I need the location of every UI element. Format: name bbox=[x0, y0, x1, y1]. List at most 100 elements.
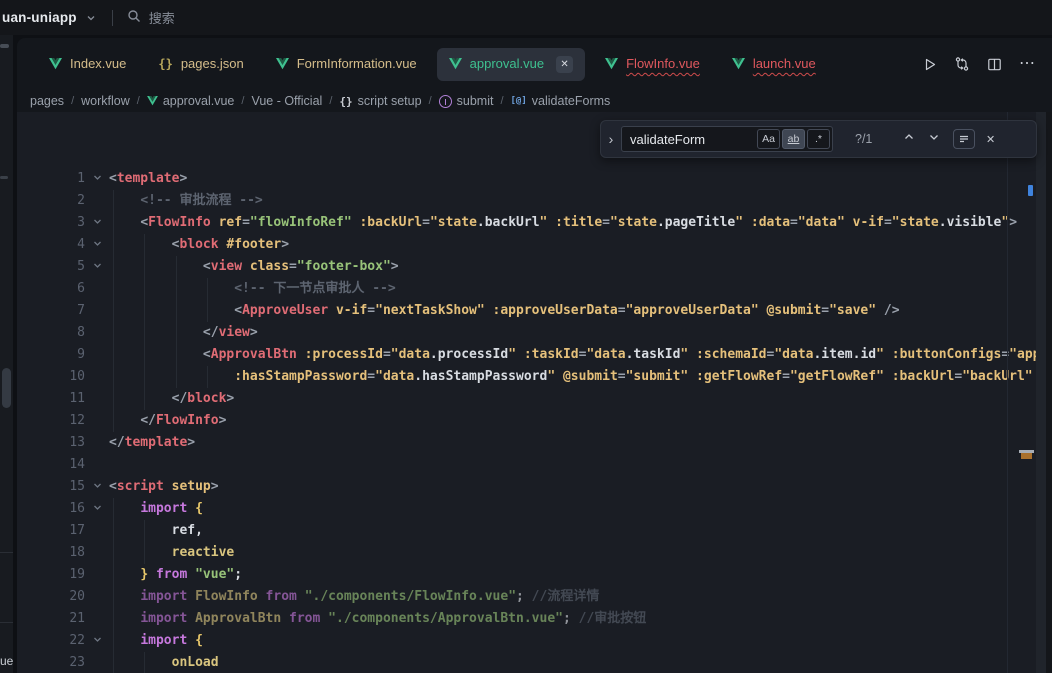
breadcrumb-item-vue-official[interactable]: Vue - Official bbox=[251, 94, 322, 108]
code-line-13[interactable]: 13</template> bbox=[17, 432, 1036, 454]
breadcrumb-item-validateforms[interactable]: [@]validateForms bbox=[511, 94, 611, 108]
project-name[interactable]: uan-uniapp bbox=[2, 10, 77, 25]
sidebar-scrollbar-thumb[interactable] bbox=[2, 368, 11, 408]
code-token: "data bbox=[774, 347, 813, 362]
run-icon[interactable] bbox=[922, 57, 937, 72]
line-number: 15 bbox=[17, 476, 85, 498]
code-token: = bbox=[884, 215, 892, 230]
breadcrumb-item-submit[interactable]: submit bbox=[439, 94, 494, 108]
code-token: " bbox=[547, 369, 555, 384]
line-number: 3 bbox=[17, 212, 85, 234]
code-line-3[interactable]: 3 <FlowInfo ref="flowInfoRef" :backUrl="… bbox=[17, 212, 1036, 234]
fold-chevron-icon[interactable] bbox=[85, 212, 109, 234]
match-case-toggle[interactable]: Aa bbox=[757, 129, 780, 149]
split-editor-icon[interactable] bbox=[987, 57, 1002, 72]
tab-index-vue[interactable]: Index.vue bbox=[37, 49, 138, 79]
code-line-17[interactable]: 17 ref, bbox=[17, 520, 1036, 542]
fold-chevron-icon[interactable] bbox=[85, 234, 109, 256]
indent bbox=[109, 369, 234, 384]
tab-forminformation-vue[interactable]: FormInformation.vue bbox=[264, 49, 429, 79]
code-line-1[interactable]: 1<template> bbox=[17, 168, 1036, 190]
code-token: > bbox=[391, 259, 399, 274]
next-match-icon[interactable] bbox=[928, 130, 940, 148]
code-line-8[interactable]: 8 </view> bbox=[17, 322, 1036, 344]
code-line-11[interactable]: 11 </block> bbox=[17, 388, 1036, 410]
code-token: :getFlowRef bbox=[688, 369, 782, 384]
fold-chevron-icon[interactable] bbox=[85, 168, 109, 190]
breadcrumb-label: pages bbox=[30, 94, 64, 108]
code-line-5[interactable]: 5 <view class="footer-box"> bbox=[17, 256, 1036, 278]
code-line-10[interactable]: 10 :hasStampPassword="data.hasStampPassw… bbox=[17, 366, 1036, 388]
more-actions-icon[interactable]: ⋯ bbox=[1019, 59, 1036, 69]
code-token: "data bbox=[375, 369, 414, 384]
code-line-7[interactable]: 7 <ApproveUser v-if="nextTaskShow" :appr… bbox=[17, 300, 1036, 322]
breadcrumb: pages/workflow/approval.vue/Vue - Offici… bbox=[17, 90, 1052, 112]
code-line-6[interactable]: 6 <!-- 下一节点审批人 --> bbox=[17, 278, 1036, 300]
code-token: "vue" bbox=[187, 567, 234, 582]
code-line-16[interactable]: 16 import { bbox=[17, 498, 1036, 520]
fold-chevron-icon[interactable] bbox=[85, 498, 109, 520]
fold-chevron-icon[interactable] bbox=[85, 476, 109, 498]
global-search[interactable]: 搜索 bbox=[127, 8, 175, 27]
tab-pages-json[interactable]: {}pages.json bbox=[146, 49, 255, 79]
code-line-19[interactable]: 19 } from "vue"; bbox=[17, 564, 1036, 586]
code-token: "./components/FlowInfo.vue" bbox=[297, 589, 516, 604]
code-line-9[interactable]: 9 <ApprovalBtn :processId="data.processI… bbox=[17, 344, 1036, 366]
find-input[interactable]: validateForm Aa ab .* bbox=[621, 126, 833, 152]
code-token: } bbox=[140, 567, 148, 582]
code-token: < bbox=[109, 479, 117, 494]
fold-chevron-icon[interactable] bbox=[85, 256, 109, 278]
whole-word-toggle[interactable]: ab bbox=[782, 129, 805, 149]
code-line-23[interactable]: 23 onLoad bbox=[17, 652, 1036, 673]
property-icon: [@] bbox=[511, 96, 527, 106]
search-icon bbox=[127, 9, 141, 26]
tab-approval-vue[interactable]: approval.vue✕ bbox=[437, 48, 585, 81]
fold-chevron-icon[interactable] bbox=[85, 630, 109, 652]
title-bar: uan-uniapp 搜索 bbox=[0, 0, 1052, 35]
code-line-14[interactable]: 14 bbox=[17, 454, 1036, 476]
code-token: ; bbox=[516, 589, 524, 604]
code-token: .item.id bbox=[813, 347, 876, 362]
code-token: < bbox=[140, 215, 148, 230]
previous-match-icon[interactable] bbox=[903, 130, 915, 148]
tab-launch-vue[interactable]: launch.vue bbox=[720, 49, 828, 79]
code-line-4[interactable]: 4 <block #footer> bbox=[17, 234, 1036, 256]
indent-guide bbox=[176, 366, 177, 388]
code-token: </ bbox=[203, 325, 219, 340]
code-line-21[interactable]: 21 import ApprovalBtn from "./components… bbox=[17, 608, 1036, 630]
breadcrumb-item-script-setup[interactable]: {}script setup bbox=[339, 94, 421, 108]
code-line-20[interactable]: 20 import FlowInfo from "./components/Fl… bbox=[17, 586, 1036, 608]
code-token: = bbox=[367, 369, 375, 384]
breadcrumb-item-workflow[interactable]: workflow bbox=[81, 94, 130, 108]
tab-close-icon[interactable]: ✕ bbox=[556, 56, 573, 73]
code-line-22[interactable]: 22 import { bbox=[17, 630, 1036, 652]
code-token: <!-- 审批流程 --> bbox=[140, 193, 262, 208]
indent bbox=[109, 655, 172, 670]
code-editor[interactable]: 1<template>2 <!-- 审批流程 -->3 <FlowInfo re… bbox=[17, 112, 1052, 673]
code-line-2[interactable]: 2 <!-- 审批流程 --> bbox=[17, 190, 1036, 212]
tab-flowinfo-vue[interactable]: FlowInfo.vue bbox=[593, 49, 712, 79]
sidebar-divider bbox=[0, 622, 13, 623]
code-line-12[interactable]: 12 </FlowInfo> bbox=[17, 410, 1036, 432]
code-line-15[interactable]: 15<script setup> bbox=[17, 476, 1036, 498]
braces-icon: {} bbox=[339, 95, 352, 108]
regex-toggle[interactable]: .* bbox=[807, 129, 830, 149]
indent-guide bbox=[144, 256, 145, 278]
editor-scrollbar[interactable] bbox=[1036, 112, 1046, 673]
line-number: 9 bbox=[17, 344, 85, 366]
project-chevron-down-icon[interactable] bbox=[86, 13, 96, 23]
breadcrumb-item-pages[interactable]: pages bbox=[30, 94, 64, 108]
breadcrumb-item-approval-vue[interactable]: approval.vue bbox=[147, 94, 235, 108]
open-changes-icon[interactable] bbox=[954, 56, 970, 72]
toggle-replace-chevron-icon[interactable]: › bbox=[601, 131, 621, 147]
code-token: ApprovalBtn bbox=[187, 611, 281, 626]
indent bbox=[109, 325, 203, 340]
find-close-icon[interactable]: ✕ bbox=[986, 133, 995, 146]
code-token: > bbox=[179, 171, 187, 186]
code-line-18[interactable]: 18 reactive bbox=[17, 542, 1036, 564]
line-number: 11 bbox=[17, 388, 85, 410]
find-in-selection-icon[interactable] bbox=[953, 129, 975, 149]
code-token: < bbox=[234, 303, 242, 318]
code-token: < bbox=[109, 171, 117, 186]
code-token: :processId bbox=[297, 347, 383, 362]
